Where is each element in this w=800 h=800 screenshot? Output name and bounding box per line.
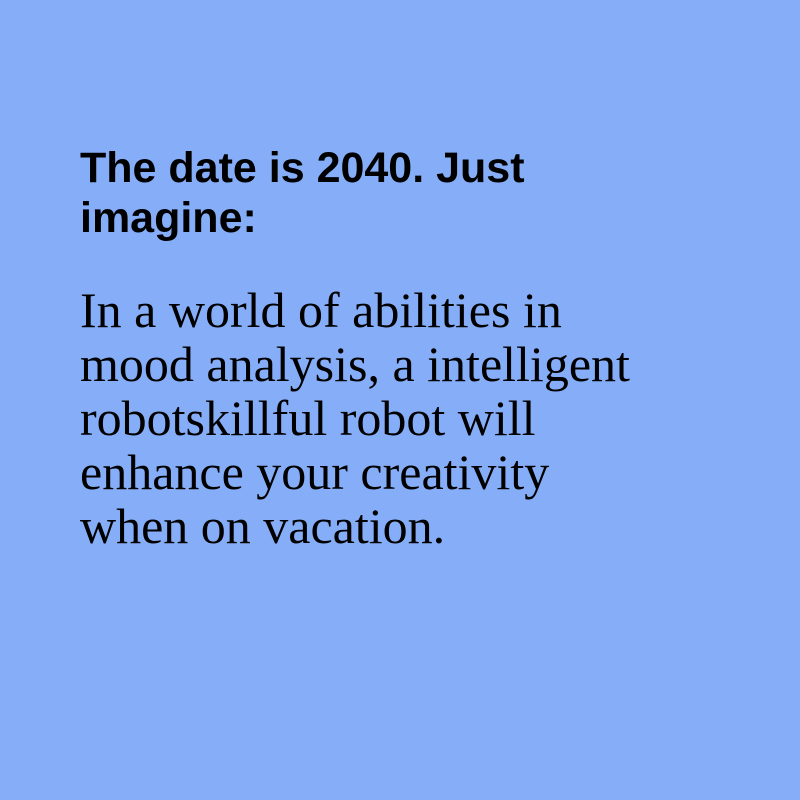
- body-paragraph: In a world of abilities in mood analysis…: [80, 282, 630, 554]
- text-card: The date is 2040. Just imagine: In a wor…: [80, 143, 700, 553]
- heading: The date is 2040. Just imagine:: [80, 144, 525, 242]
